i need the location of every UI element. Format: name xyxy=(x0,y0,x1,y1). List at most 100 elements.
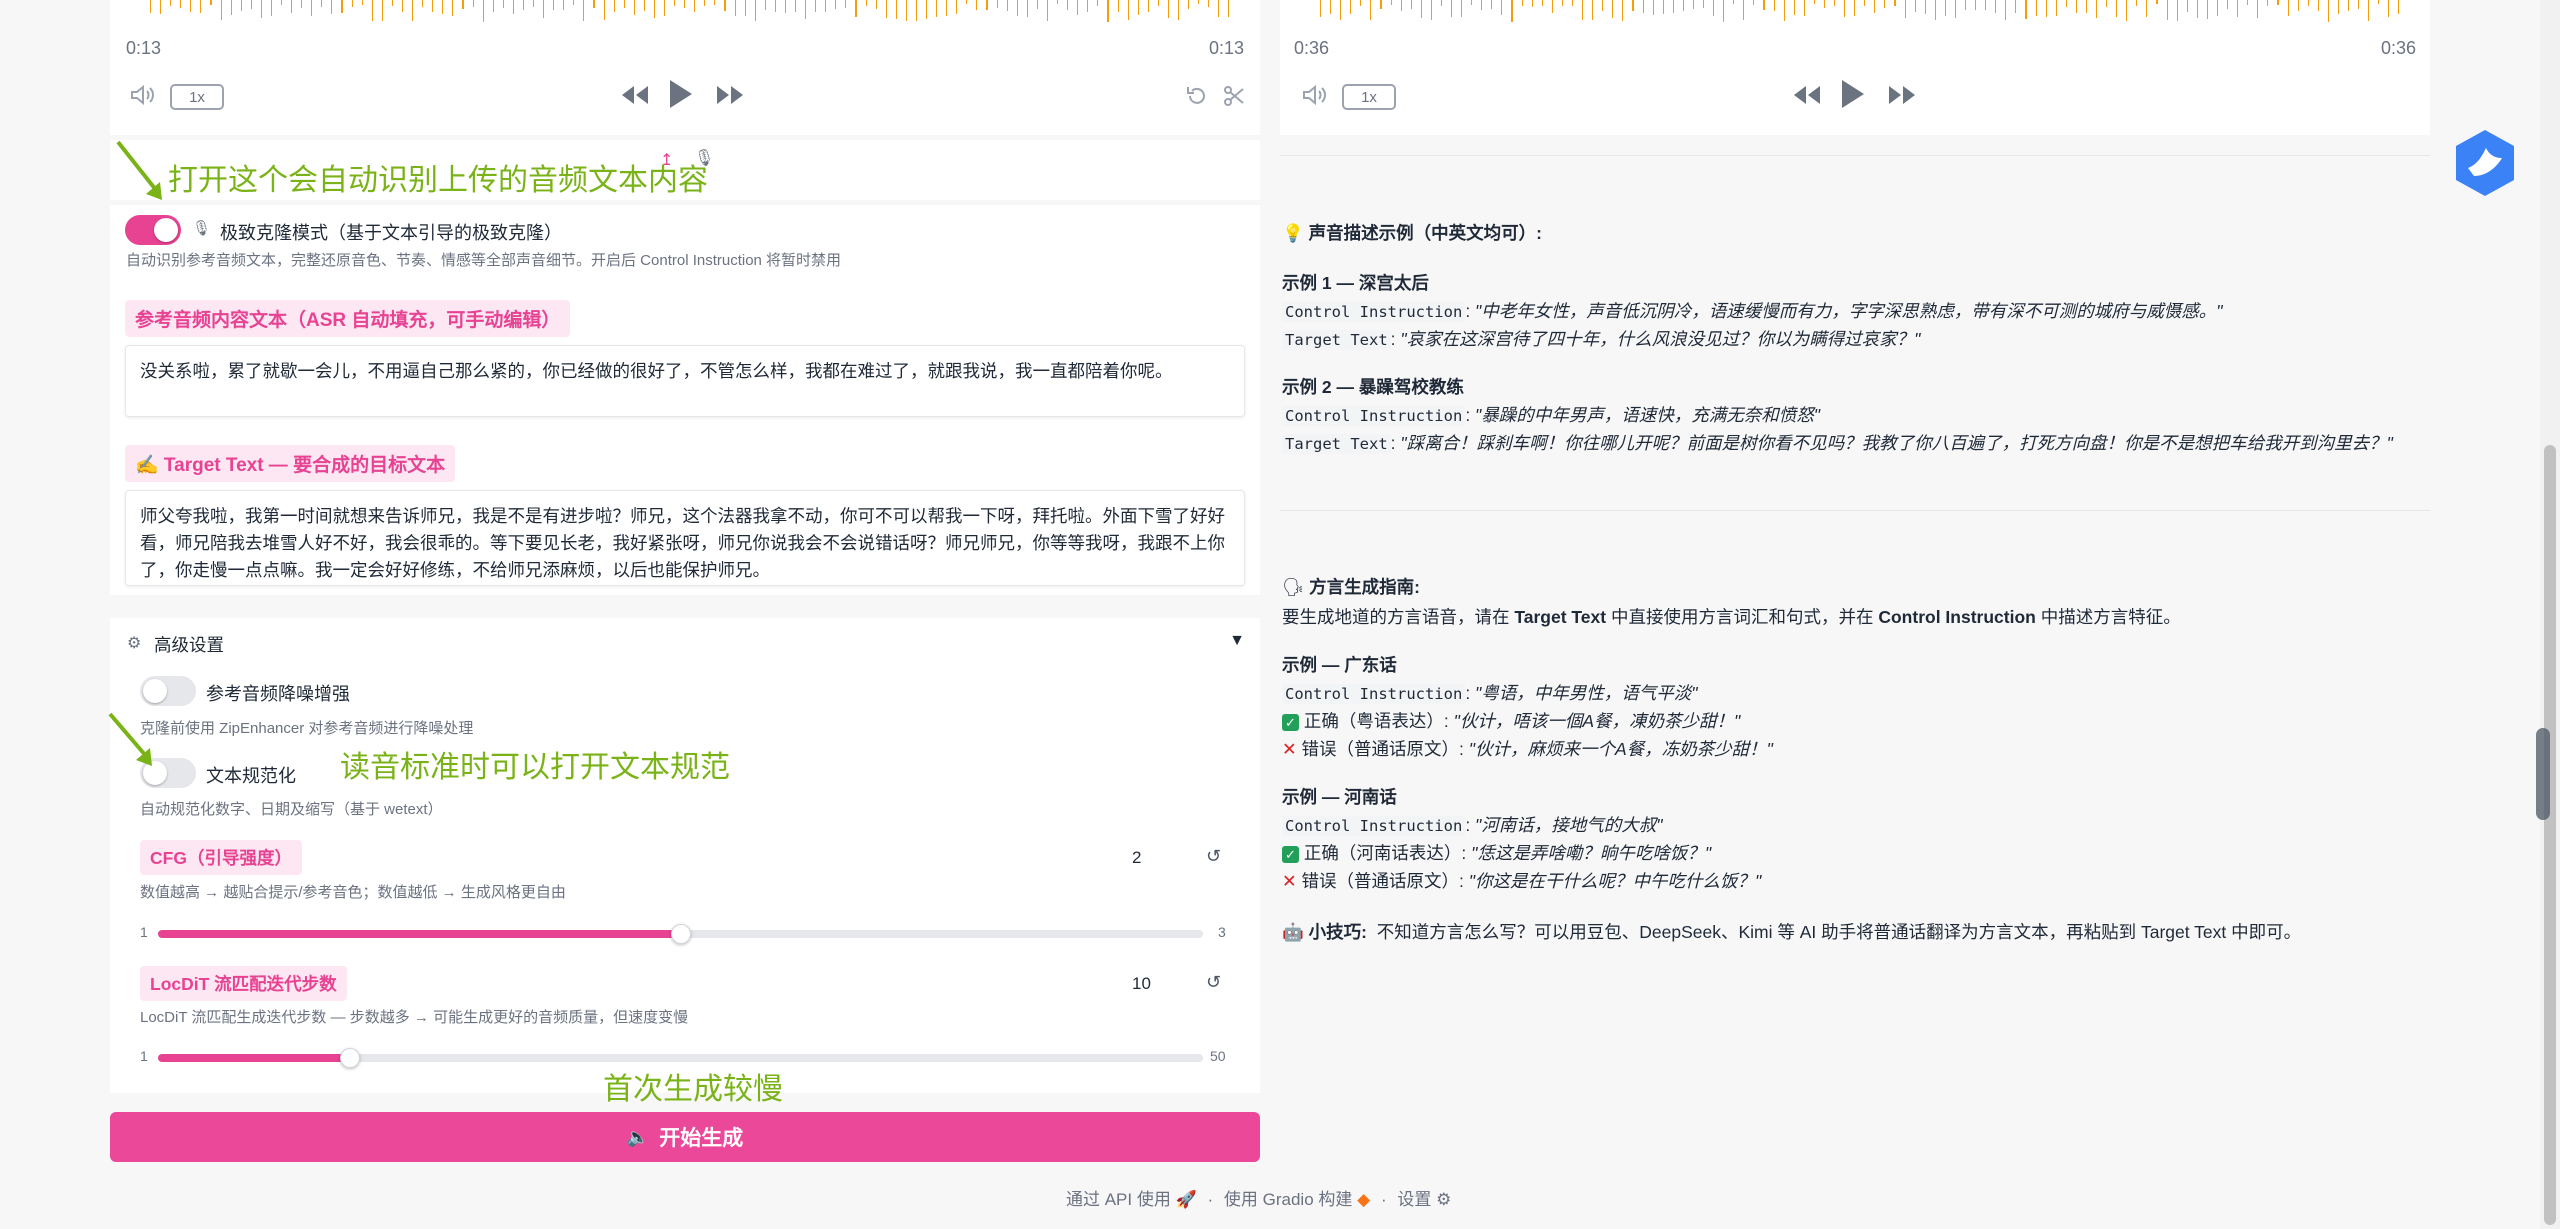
steps-slider-thumb[interactable] xyxy=(340,1048,361,1068)
waveform-bar xyxy=(684,0,686,8)
bird-logo-icon[interactable] xyxy=(2452,128,2518,198)
waveform-bar xyxy=(825,0,827,12)
rewind-icon[interactable] xyxy=(1792,84,1822,110)
waveform-bar xyxy=(623,0,625,8)
target-text-input[interactable]: 师父夸我啦，我第一时间就想来告诉师兄，我是不是有进步啦？师兄，这个法器我拿不动，… xyxy=(125,490,1245,586)
waveform-bar xyxy=(472,0,474,7)
waveform-bar xyxy=(2196,0,2198,18)
henan-wrong: ✕ 错误（普通话原文）: "你这是在干什么呢？中午吃什么饭？" xyxy=(1282,871,1762,891)
gear-icon: ⚙ xyxy=(127,635,142,652)
rewind-icon[interactable] xyxy=(620,84,650,110)
denoise-hint: 克隆前使用 ZipEnhancer 对参考音频进行降噪处理 xyxy=(140,720,474,737)
waveform-bar xyxy=(1753,0,1755,5)
waveform-bar xyxy=(2116,0,2118,17)
waveform-bar xyxy=(371,0,373,21)
waveform-bar xyxy=(915,0,918,21)
cfg-slider[interactable] xyxy=(158,924,1203,944)
waveform-bar xyxy=(1026,0,1028,17)
waveform-bar xyxy=(905,0,907,21)
example-1-control: Control Instruction: "中老年女性，声音低沉阴冷，语速缓慢而… xyxy=(1282,298,2222,323)
waveform-bar xyxy=(1924,0,1926,14)
cfg-value-input[interactable]: 2 xyxy=(1132,848,1141,868)
waveform-bar xyxy=(1672,0,1674,13)
steps-slider[interactable] xyxy=(158,1048,1203,1068)
scissors-icon[interactable] xyxy=(1222,84,1246,112)
page-scrollbar[interactable] xyxy=(2540,0,2560,1229)
side-handle[interactable] xyxy=(2536,728,2550,820)
waveform-bar xyxy=(1107,0,1109,22)
volume-icon[interactable] xyxy=(1302,84,1328,110)
playback-rate-button[interactable]: 1x xyxy=(170,84,224,110)
cfg-slider-thumb[interactable] xyxy=(670,924,691,944)
waveform-bar xyxy=(281,0,283,5)
undo-icon[interactable] xyxy=(1185,84,1209,112)
volume-icon[interactable] xyxy=(130,84,156,110)
henan-control: Control Instruction: "河南话，接地气的大叔" xyxy=(1282,812,1662,837)
right-waveform[interactable] xyxy=(1320,0,2400,22)
rocket-icon: 🚀 xyxy=(1175,1190,1197,1209)
footer-settings-link[interactable]: 设置 xyxy=(1397,1190,1431,1209)
waveform-bar xyxy=(1320,0,1322,17)
play-icon[interactable] xyxy=(668,78,694,114)
cantonese-title: 示例 — 广东话 xyxy=(1282,655,1397,675)
waveform-bar xyxy=(1763,0,1765,10)
waveform-bar xyxy=(2227,0,2229,9)
waveform-bar xyxy=(704,0,706,6)
play-icon[interactable] xyxy=(1840,78,1866,114)
waveform-bar xyxy=(442,0,444,14)
collapse-toggle[interactable]: ▼ xyxy=(1229,632,1245,650)
henan-correct: ✓ 正确（河南话表达）: "恁这是弄啥嘞？晌午吃啥饭？" xyxy=(1282,840,1711,865)
waveform-bar xyxy=(2337,0,2339,14)
denoise-toggle[interactable] xyxy=(140,676,196,706)
waveform-bar xyxy=(573,0,575,5)
clone-settings-panel: 🎙 极致克隆模式（基于文本引导的极致克隆） 自动识别参考音频文本，完整还原音色、… xyxy=(110,205,1260,595)
waveform-bar xyxy=(1582,0,1584,20)
cfg-max-label: 3 xyxy=(1218,924,1226,940)
waveform-bar xyxy=(633,0,635,15)
waveform-bar xyxy=(1461,0,1463,17)
steps-hint: LocDiT 流匹配生成迭代步数 — 步数越多 → 可能生成更好的音频质量，但速… xyxy=(140,1009,689,1026)
cfg-hint: 数值越高 → 越贴合提示/参考音色；数值越低 → 生成风格更自由 xyxy=(140,884,566,901)
waveform-bar xyxy=(1975,0,1977,10)
waveform-bar xyxy=(1561,0,1563,6)
waveform-bar xyxy=(613,0,615,12)
waveform-bar xyxy=(1995,0,1997,13)
left-time-end: 0:13 xyxy=(1208,38,1244,58)
fast-forward-icon[interactable] xyxy=(715,84,745,110)
waveform-bar xyxy=(502,0,504,8)
scrollbar-thumb[interactable] xyxy=(2544,445,2556,1225)
fast-forward-icon[interactable] xyxy=(1887,84,1917,110)
waveform-bar xyxy=(835,0,837,9)
cfg-reset-icon[interactable]: ↺ xyxy=(1206,846,1221,867)
waveform-bar xyxy=(724,0,726,11)
waveform-bar xyxy=(1410,0,1412,9)
waveform-bar xyxy=(2237,0,2239,17)
footer-gradio-link[interactable]: 使用 Gradio 构建 xyxy=(1224,1190,1352,1209)
microphone-icon: 🎙 xyxy=(192,220,212,237)
waveform-bar xyxy=(2146,0,2148,17)
start-generate-button[interactable]: 🔈 开始生成 xyxy=(110,1112,1260,1162)
annotation-slow-note: 首次生成较慢 xyxy=(603,1073,783,1106)
steps-reset-icon[interactable]: ↺ xyxy=(1206,972,1221,993)
waveform-bar xyxy=(1471,0,1473,5)
waveform-bar xyxy=(563,0,565,10)
steps-value-input[interactable]: 10 xyxy=(1132,974,1151,994)
waveform-bar xyxy=(1934,0,1936,20)
waveform-bar xyxy=(200,0,202,13)
waveform-bar xyxy=(653,0,655,18)
waveform-bar xyxy=(1167,0,1169,18)
playback-rate-button[interactable]: 1x xyxy=(1342,84,1396,110)
waveform-bar xyxy=(180,0,182,8)
waveform-bar xyxy=(2206,0,2208,19)
waveform-bar xyxy=(1713,0,1715,16)
left-waveform[interactable] xyxy=(150,0,1230,22)
reference-text-input[interactable]: 没关系啦，累了就歇一会儿，不用逼自己那么紧的，你已经做的很好了，不管怎么样，我都… xyxy=(125,345,1245,417)
waveform-bar xyxy=(643,0,645,11)
footer-api-link[interactable]: 通过 API 使用 xyxy=(1066,1190,1171,1209)
waveform-bar xyxy=(301,0,303,8)
clone-mode-toggle[interactable] xyxy=(125,215,181,245)
steps-min-label: 1 xyxy=(140,1048,148,1064)
example-1-title: 示例 1 — 深宫太后 xyxy=(1282,273,1429,293)
waveform-bar xyxy=(1036,0,1038,9)
waveform-bar xyxy=(2388,0,2390,17)
